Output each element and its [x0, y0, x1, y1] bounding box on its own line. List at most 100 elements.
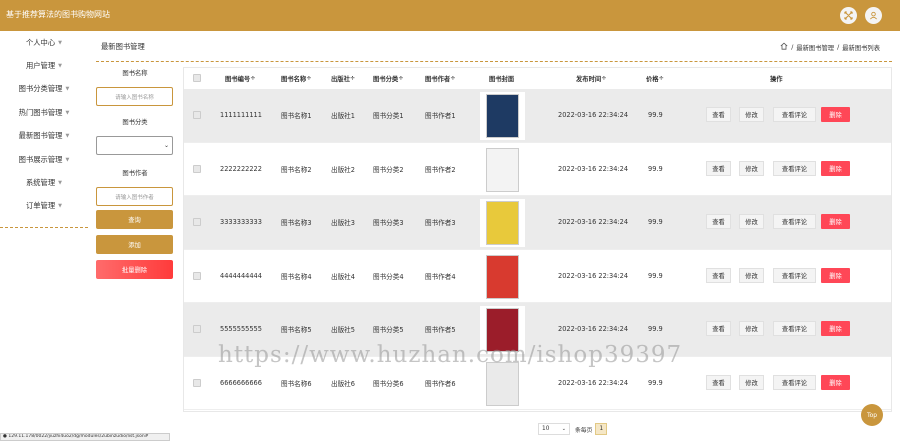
view-button[interactable]: 查看	[706, 374, 731, 390]
sort-icon: ÷	[398, 74, 404, 82]
view-comments-button[interactable]: 查看评论	[773, 160, 816, 176]
delete-button[interactable]: 删除	[821, 374, 850, 390]
row-checkbox[interactable]	[193, 164, 201, 173]
pagination: 10 ⌄ 条每页 1	[538, 423, 608, 435]
edit-button[interactable]: 修改	[739, 107, 764, 122]
chevron-down-icon: ▼	[65, 156, 70, 163]
user-avatar-icon[interactable]	[865, 7, 882, 24]
edit-button[interactable]: 修改	[739, 160, 764, 176]
row-select-cell	[193, 89, 201, 142]
view-comments-button[interactable]: 查看评论	[773, 107, 816, 122]
column-header-price[interactable]: 价格 ÷	[646, 68, 664, 88]
column-header-author[interactable]: 图书作者 ÷	[425, 68, 455, 88]
sidebar-item-order-management[interactable]: 订单管理 ▼	[0, 195, 88, 218]
row-checkbox[interactable]	[193, 378, 201, 387]
book-cover-image	[480, 145, 525, 194]
back-to-top-button[interactable]: Top	[861, 404, 883, 426]
batch-delete-button[interactable]: 批量删除	[96, 260, 173, 279]
page-size-value: 10	[542, 426, 550, 432]
price-cell: 99.9	[648, 164, 663, 173]
sidebar-item-category-management[interactable]: 图书分类管理 ▼	[0, 78, 88, 101]
delete-button[interactable]: 删除	[821, 107, 850, 122]
column-header-id[interactable]: 图书编号 ÷	[225, 68, 255, 88]
row-checkbox[interactable]	[193, 111, 201, 120]
sidebar-item-system-management[interactable]: 系统管理 ▼	[0, 171, 88, 194]
publish-time-cell: 2022-03-16 22:34:24	[558, 271, 629, 280]
view-comments-button[interactable]: 查看评论	[773, 267, 816, 283]
view-button[interactable]: 查看	[706, 267, 731, 283]
sidebar-item-label: 热门图书管理	[18, 107, 63, 117]
view-comments-button[interactable]: 查看评论	[773, 321, 816, 336]
sidebar-item-personal-center[interactable]: 个人中心 ▼	[0, 31, 88, 54]
column-header-publisher[interactable]: 出版社 ÷	[331, 68, 355, 88]
column-header-category[interactable]: 图书分类 ÷	[373, 68, 403, 88]
sort-icon: ÷	[658, 74, 664, 82]
add-button[interactable]: 添加	[96, 235, 173, 254]
book-cover-image	[480, 92, 525, 140]
category-cell: 图书分类4	[373, 272, 404, 281]
delete-button[interactable]: 删除	[821, 321, 850, 336]
column-header-label: 图书分类	[373, 75, 399, 83]
chevron-down-icon: ▼	[58, 39, 63, 46]
view-comments-button[interactable]: 查看评论	[773, 374, 816, 390]
page-size-label: 条每页	[575, 427, 593, 434]
view-button[interactable]: 查看	[706, 160, 731, 176]
page-size-select[interactable]: 10 ⌄	[538, 423, 570, 435]
edit-button[interactable]: 修改	[739, 374, 764, 390]
breadcrumb-item: 最新图书列表	[842, 44, 880, 52]
book-name-label: 图书名称	[122, 69, 148, 77]
sidebar-item-hot-books[interactable]: 热门图书管理 ▼	[0, 101, 88, 124]
row-select-cell	[193, 303, 201, 356]
breadcrumb-separator: /	[791, 43, 794, 51]
book-author-input[interactable]: 请输入图书作者	[96, 187, 173, 206]
page-title: 最新图书管理	[101, 42, 145, 51]
fullscreen-icon[interactable]	[840, 7, 857, 24]
column-header-label: 操作	[770, 75, 783, 83]
book-cover-image	[480, 199, 525, 247]
delete-button[interactable]: 删除	[821, 267, 850, 283]
view-button[interactable]: 查看	[706, 214, 731, 229]
column-header-label: 图书作者	[425, 75, 451, 83]
sort-icon: ÷	[349, 74, 356, 82]
book-cover-image	[480, 252, 525, 301]
column-header-actions: 操作	[770, 68, 783, 88]
chevron-down-icon: ▼	[58, 63, 63, 70]
view-comments-button[interactable]: 查看评论	[773, 214, 816, 229]
delete-button[interactable]: 删除	[821, 214, 850, 229]
author-cell: 图书作者4	[425, 272, 456, 281]
sidebar-item-new-books[interactable]: 最新图书管理 ▼	[0, 125, 88, 148]
book-category-select[interactable]: ⌄	[96, 136, 173, 155]
sidebar-item-book-display[interactable]: 图书展示管理 ▼	[0, 148, 88, 171]
author-cell: 图书作者3	[425, 219, 456, 228]
chevron-down-icon: ▼	[65, 133, 70, 140]
breadcrumb-item[interactable]: 最新图书管理	[796, 43, 834, 52]
edit-button[interactable]: 修改	[739, 214, 764, 229]
book-name-cell: 图书名称4	[281, 272, 312, 281]
book-name-cell: 图书名称2	[281, 165, 312, 174]
home-icon[interactable]	[780, 42, 788, 52]
table-row: 2222222222 图书名称2 出版社2 图书分类2 图书作者2 2022-03-16 …	[184, 143, 891, 196]
column-header-name[interactable]: 图书名称 ÷	[281, 68, 311, 88]
view-button[interactable]: 查看	[706, 321, 731, 336]
select-all-checkbox[interactable]	[193, 74, 201, 82]
row-checkbox[interactable]	[193, 325, 201, 334]
row-select-cell	[193, 196, 201, 249]
edit-button[interactable]: 修改	[739, 267, 764, 283]
page-number-button[interactable]: 1	[595, 423, 608, 435]
row-checkbox[interactable]	[193, 218, 201, 227]
breadcrumb: / 最新图书管理 / 最新图书列表	[780, 42, 880, 52]
book-id-cell: 4444444444	[220, 271, 262, 280]
column-header-time[interactable]: 发布时间 ÷	[576, 68, 606, 88]
table-row: 4444444444 图书名称4 出版社4 图书分类4 图书作者4 2022-03-16 …	[184, 250, 891, 303]
sort-icon: ÷	[306, 74, 312, 82]
content-header: 最新图书管理 / 最新图书管理 / 最新图书列表	[96, 38, 892, 56]
view-button[interactable]: 查看	[706, 107, 731, 122]
search-button[interactable]: 查询	[96, 210, 173, 229]
row-checkbox[interactable]	[193, 271, 201, 280]
sidebar-item-user-management[interactable]: 用户管理 ▼	[0, 54, 88, 77]
price-cell: 99.9	[648, 111, 663, 120]
edit-button[interactable]: 修改	[739, 321, 764, 336]
book-name-input[interactable]: 请输入图书名称	[96, 87, 173, 106]
delete-button[interactable]: 删除	[821, 160, 850, 176]
author-cell: 图书作者1	[425, 112, 456, 121]
